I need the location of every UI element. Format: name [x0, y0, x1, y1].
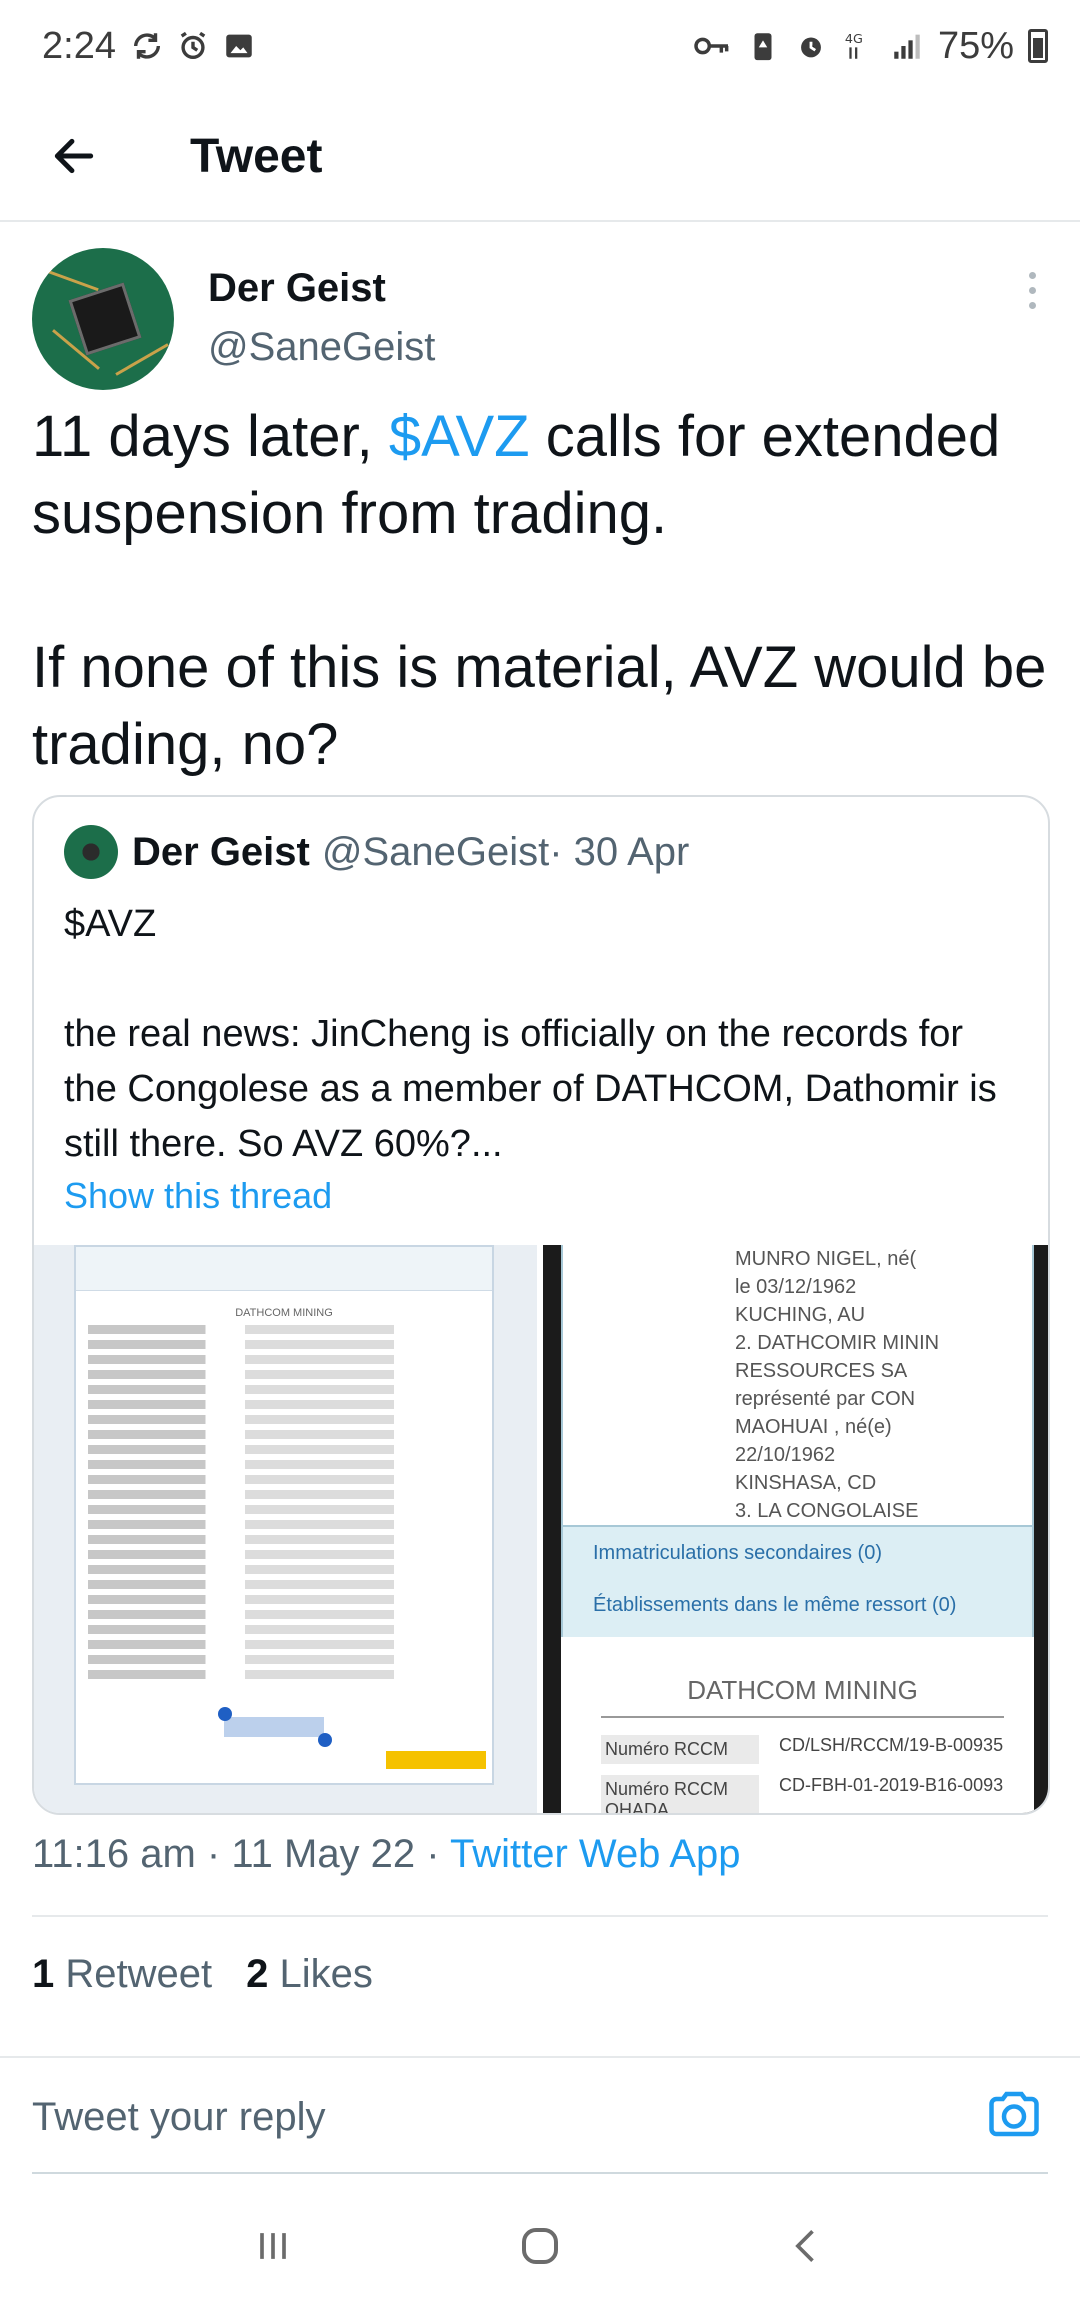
status-bar: 2:24 4G 75% [0, 0, 1080, 92]
quoted-text: $AVZ the real news: JinCheng is official… [64, 897, 1018, 1172]
key-icon [694, 37, 729, 55]
tweet-text: 11 days later, $AVZ calls for extended s… [32, 398, 1052, 783]
source-app-link[interactable]: Twitter Web App [450, 1832, 741, 1876]
status-icons-left [130, 29, 256, 63]
svg-text:4G: 4G [845, 32, 863, 47]
cell-signal-icon [894, 34, 920, 59]
page-title: Tweet [190, 129, 323, 183]
battery-saver-icon [754, 33, 772, 61]
top-app-bar: Tweet [0, 92, 1080, 222]
retweets-stat[interactable]: 1 Retweet [32, 1952, 212, 1997]
author-display-name[interactable]: Der Geist [208, 266, 435, 311]
status-time: 2:24 [42, 24, 116, 67]
nav-back-button[interactable] [772, 2211, 842, 2281]
camera-icon[interactable] [984, 2084, 1044, 2144]
quoted-paragraph-1: $AVZ [64, 903, 157, 945]
quoted-paragraph-2: the real news: JinCheng is officially on… [64, 1013, 997, 1165]
nav-recents-button[interactable] [238, 2211, 308, 2281]
tweet-paragraph-1: 11 days later, $AVZ calls for extended s… [32, 404, 1001, 546]
tweet-timestamp: 11:16 am · 11 May 22 · Twitter Web App [32, 1832, 741, 1876]
document-scan: DATHCOM MINING [74, 1245, 494, 1785]
quoted-author-name: Der Geist [132, 829, 310, 874]
cashtag-link[interactable]: $AVZ [389, 404, 530, 469]
tweet-author: Der Geist @SaneGeist [32, 248, 1048, 394]
chevron-left-icon [794, 2230, 814, 2262]
author-names: Der Geist @SaneGeist [208, 248, 435, 394]
quoted-image-left[interactable]: DATHCOM MINING [34, 1245, 537, 1813]
zoomed-document: MUNRO NIGEL, né( le 03/12/1962 KUCHING, … [561, 1245, 1034, 1813]
quoted-media: DATHCOM MINING MUNRO NIGEL, né( le 03/12… [34, 1245, 1048, 1813]
reply-bar: Tweet your reply [0, 2062, 1080, 2172]
likes-stat[interactable]: 2 Likes [246, 1952, 373, 1997]
document-row: Numéro RCCM CD/LSH/RCCM/19-B-00935 [601, 1735, 1020, 1764]
alarm-icon [180, 31, 206, 60]
show-thread-link[interactable]: Show this thread [64, 1175, 332, 1217]
arrow-left-icon [54, 138, 94, 174]
nav-home-button[interactable] [505, 2211, 575, 2281]
battery-icon [1028, 29, 1048, 63]
status-icons-right: 4G 75% [692, 25, 1048, 68]
back-button[interactable] [34, 116, 114, 196]
quoted-image-right[interactable]: MUNRO NIGEL, né( le 03/12/1962 KUCHING, … [543, 1245, 1048, 1813]
quoted-author-handle: @SaneGeist [321, 829, 550, 874]
avatar[interactable] [32, 248, 174, 390]
quoted-tweet[interactable]: Der Geist @SaneGeist · 30 Apr $AVZ the r… [32, 795, 1050, 1815]
recents-icon [260, 2233, 287, 2259]
document-lines: MUNRO NIGEL, né( le 03/12/1962 KUCHING, … [561, 1245, 1034, 1527]
document-company-title: DATHCOM MINING [601, 1675, 1004, 1718]
divider [32, 1915, 1048, 1917]
system-nav-bar [0, 2176, 1080, 2316]
signal-4g-icon: 4G [845, 32, 863, 59]
battery-percent: 75% [937, 24, 1014, 67]
sync-icon [133, 33, 161, 59]
divider [0, 2056, 1080, 2058]
alarm-icon-2 [801, 37, 821, 58]
quoted-avatar [64, 825, 118, 879]
home-icon [521, 2228, 558, 2264]
author-handle[interactable]: @SaneGeist [208, 325, 435, 370]
document-band: Immatriculations secondaires (0) Établis… [561, 1527, 1034, 1637]
tweet-paragraph-2: If none of this is material, AVZ would b… [32, 635, 1047, 777]
more-vertical-icon [1028, 272, 1036, 279]
quoted-date: · 30 Apr [549, 829, 690, 874]
document-title: DATHCOM MINING [235, 1307, 333, 1319]
reply-underline [32, 2172, 1048, 2174]
more-options-button[interactable] [1022, 272, 1042, 309]
image-icon [226, 34, 252, 58]
tweet-stats: 1 Retweet 2 Likes [32, 1952, 373, 1997]
reply-input[interactable]: Tweet your reply [32, 2095, 325, 2140]
quoted-tweet-header: Der Geist @SaneGeist · 30 Apr [64, 825, 689, 879]
document-row: Numéro RCCM OHADA CD-FBH-01-2019-B16-009… [601, 1775, 1020, 1813]
